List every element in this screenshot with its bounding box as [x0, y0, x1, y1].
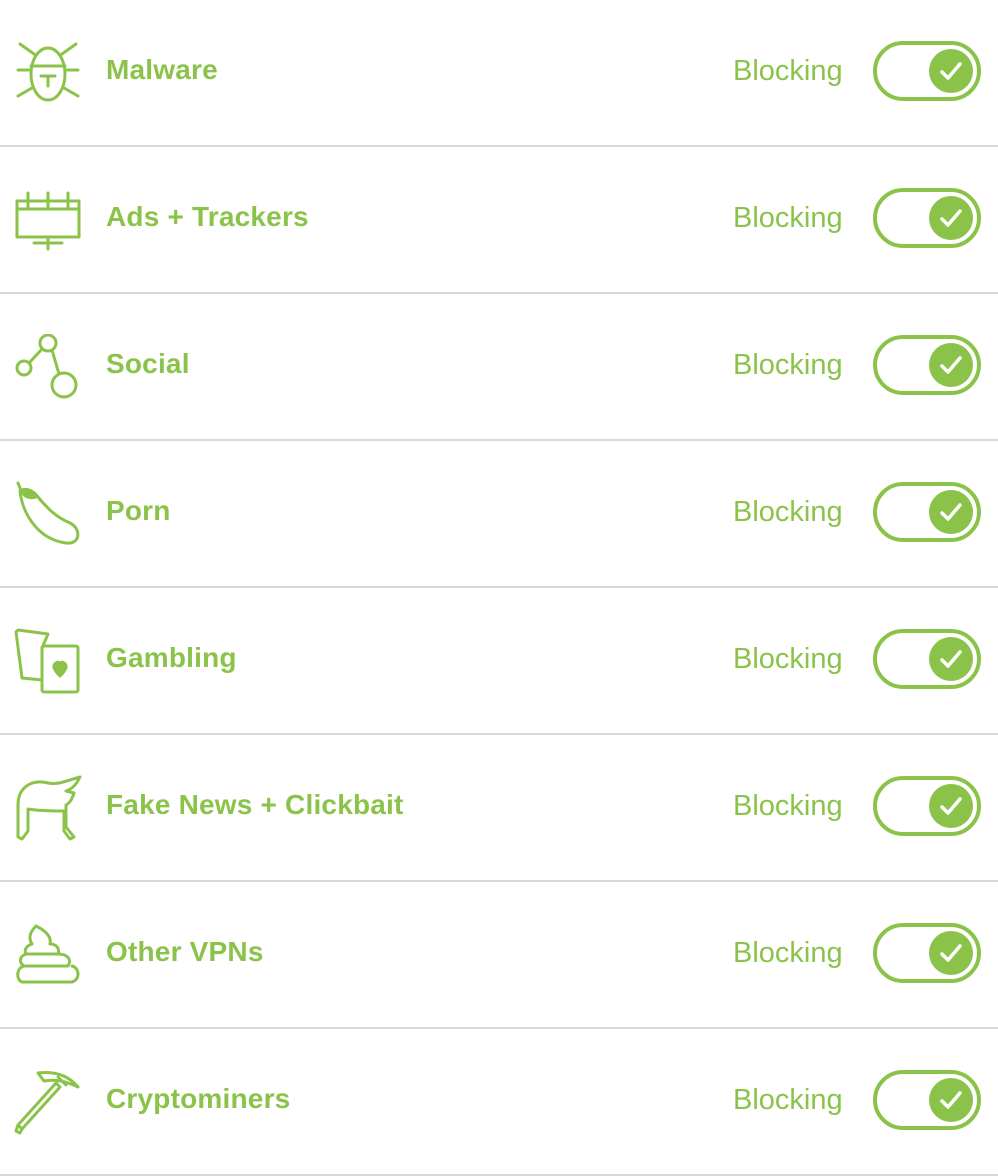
status-text-porn: Blocking [733, 496, 843, 528]
category-label-malware: Malware [106, 54, 218, 85]
check-icon [929, 1078, 973, 1122]
toggle-malware[interactable] [873, 41, 981, 101]
toggle-cryptominers[interactable] [873, 1070, 981, 1130]
status-text-cryptominers: Blocking [733, 1084, 843, 1116]
category-label-other-vpns: Other VPNs [106, 936, 264, 967]
category-label-gambling: Gambling [106, 642, 237, 673]
status-text-ads-trackers: Blocking [733, 202, 843, 234]
category-row-other-vpns: Other VPNs Blocking [0, 882, 998, 1029]
toggle-other-vpns[interactable] [873, 923, 981, 983]
status-text-gambling: Blocking [733, 643, 843, 675]
category-row-ads-trackers: Ads + Trackers Blocking [0, 147, 998, 294]
playing-cards-icon [14, 628, 82, 696]
status-text-other-vpns: Blocking [733, 937, 843, 969]
toggle-porn[interactable] [873, 482, 981, 542]
check-icon [929, 931, 973, 975]
bug-icon [14, 40, 82, 108]
category-row-porn: Porn Blocking [0, 441, 998, 588]
status-text-fake-news-clickbait: Blocking [733, 790, 843, 822]
status-text-social: Blocking [733, 349, 843, 381]
check-icon [929, 196, 973, 240]
category-row-cryptominers: Cryptominers Blocking [0, 1029, 998, 1176]
check-icon [929, 490, 973, 534]
toggle-fake-news-clickbait[interactable] [873, 776, 981, 836]
toggle-gambling[interactable] [873, 629, 981, 689]
toggle-social[interactable] [873, 335, 981, 395]
status-text-malware: Blocking [733, 55, 843, 87]
hair-wig-icon [14, 775, 82, 843]
share-nodes-icon [14, 334, 82, 402]
poop-icon [14, 922, 82, 990]
toggle-ads-trackers[interactable] [873, 188, 981, 248]
check-icon [929, 49, 973, 93]
category-row-fake-news-clickbait: Fake News + Clickbait Blocking [0, 735, 998, 882]
category-row-social: Social Blocking [0, 294, 998, 441]
blocking-categories-list: Malware Blocking Ads + Trackers Blocking… [0, 0, 998, 1176]
pickaxe-icon [14, 1069, 82, 1137]
category-row-gambling: Gambling Blocking [0, 588, 998, 735]
category-row-malware: Malware Blocking [0, 0, 998, 147]
category-label-fake-news-clickbait: Fake News + Clickbait [106, 789, 404, 820]
billboard-icon [14, 187, 82, 255]
check-icon [929, 784, 973, 828]
category-label-ads-trackers: Ads + Trackers [106, 201, 309, 232]
category-label-porn: Porn [106, 495, 171, 526]
category-label-social: Social [106, 348, 190, 379]
category-label-cryptominers: Cryptominers [106, 1083, 291, 1114]
check-icon [929, 637, 973, 681]
check-icon [929, 343, 973, 387]
eggplant-icon [14, 481, 82, 549]
